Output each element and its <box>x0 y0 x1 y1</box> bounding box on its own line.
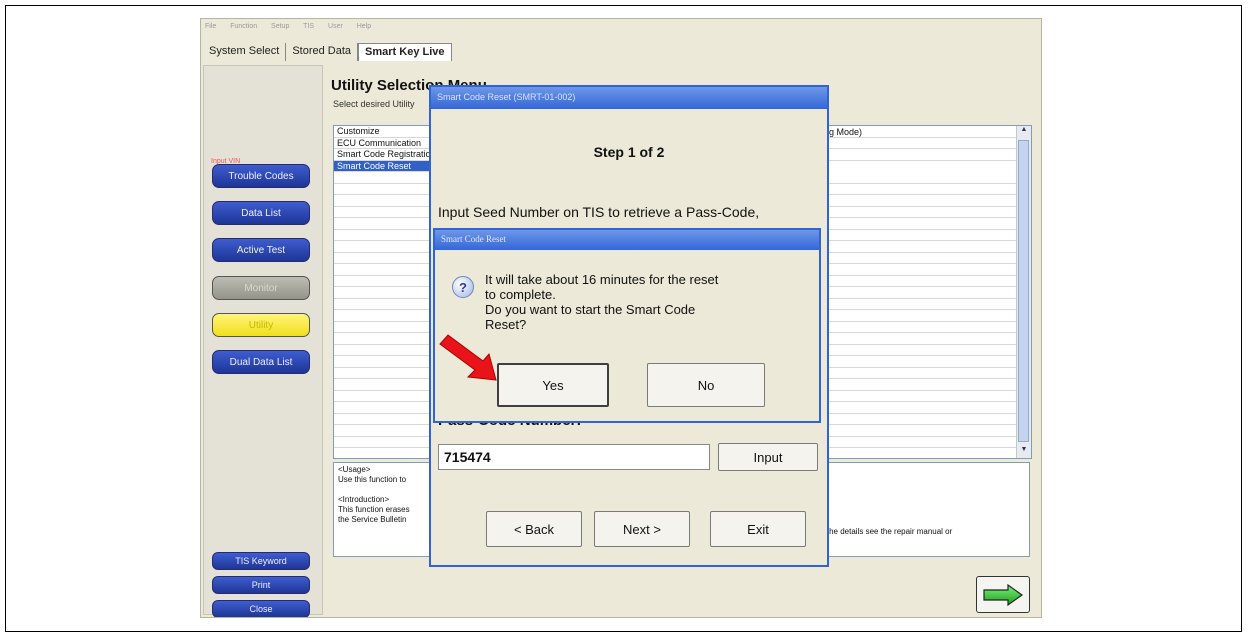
menu-function[interactable]: Function <box>230 23 257 30</box>
list-header-mode: g Mode) <box>829 127 863 137</box>
right-arrow-icon <box>983 583 1024 606</box>
message-line: Reset? <box>485 317 527 332</box>
scroll-up-icon[interactable]: ▲ <box>1017 126 1031 138</box>
menu-file[interactable]: File <box>205 23 216 30</box>
dual-data-list-button[interactable]: Dual Data List <box>212 350 310 374</box>
dialog-title: Smart Code Reset (SMRT-01-002) <box>431 87 827 109</box>
message-line: to complete. <box>485 287 556 302</box>
active-test-button[interactable]: Active Test <box>212 238 310 262</box>
confirm-dialog-title: Smart Code Reset <box>435 230 819 250</box>
list-item-selected[interactable]: Smart Code Reset <box>334 160 429 172</box>
input-button[interactable]: Input <box>718 443 818 471</box>
menu-tis[interactable]: TIS <box>303 23 314 30</box>
question-icon: ? <box>452 276 474 298</box>
confirm-reset-dialog: Smart Code Reset ? It will take about 16… <box>433 228 821 423</box>
scrollbar-thumb[interactable] <box>1018 140 1029 442</box>
tab-system-select[interactable]: System Select <box>203 43 287 61</box>
tab-stored-data[interactable]: Stored Data <box>286 43 359 61</box>
print-button[interactable]: Print <box>212 576 310 594</box>
scroll-down-icon[interactable]: ▼ <box>1017 446 1031 458</box>
next-arrow-button[interactable] <box>976 576 1030 613</box>
pointer-arrow-icon <box>439 334 497 381</box>
instruction-text: Input Seed Number on TIS to retrieve a P… <box>438 204 760 220</box>
message-line: It will take about 16 minutes for the re… <box>485 272 719 287</box>
yes-button[interactable]: Yes <box>497 363 609 407</box>
tab-bar: System Select Stored Data Smart Key Live <box>203 43 452 61</box>
close-button[interactable]: Close <box>212 600 310 617</box>
next-button[interactable]: Next > <box>594 511 690 547</box>
sidebar: Input VIN Trouble Codes Data List Active… <box>203 65 323 617</box>
menu-user[interactable]: User <box>328 23 343 30</box>
utility-button[interactable]: Utility <box>212 313 310 337</box>
list-scrollbar[interactable]: ▲ ▼ <box>1016 126 1031 458</box>
monitor-button[interactable]: Monitor <box>212 276 310 300</box>
pass-code-input[interactable]: 715474 <box>438 444 710 470</box>
message-line: Do you want to start the Smart Code <box>485 302 696 317</box>
confirm-message: It will take about 16 minutes for the re… <box>485 272 718 332</box>
menu-setup[interactable]: Setup <box>271 23 289 30</box>
menu-bar: File Function Setup TIS User Help <box>205 23 377 30</box>
step-indicator: Step 1 of 2 <box>593 144 665 160</box>
no-button[interactable]: No <box>647 363 765 407</box>
exit-button[interactable]: Exit <box>710 511 806 547</box>
intro-text-tail: r the details see the repair manual or <box>822 527 953 536</box>
tab-smart-key-live[interactable]: Smart Key Live <box>358 43 452 61</box>
data-list-button[interactable]: Data List <box>212 201 310 225</box>
back-button[interactable]: < Back <box>486 511 582 547</box>
utility-menu-subtitle: Select desired Utility <box>333 99 415 109</box>
trouble-codes-button[interactable]: Trouble Codes <box>212 164 310 188</box>
tis-keyword-button[interactable]: TIS Keyword <box>212 552 310 570</box>
menu-help[interactable]: Help <box>357 23 371 30</box>
